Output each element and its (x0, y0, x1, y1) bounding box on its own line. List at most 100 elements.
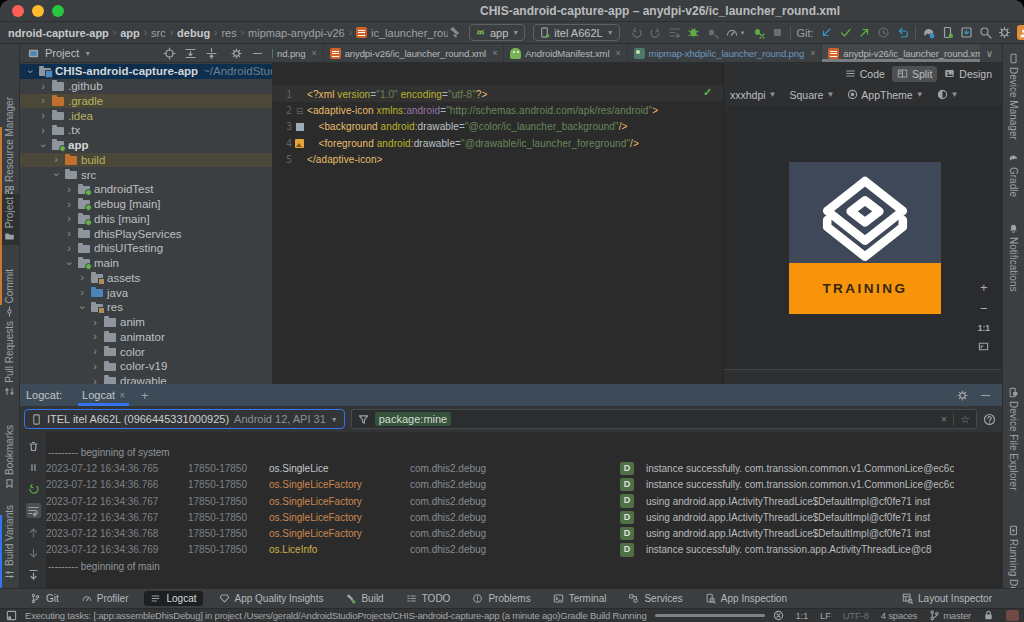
tree-row[interactable]: ›anim (20, 315, 272, 330)
attach-debugger-icon[interactable] (706, 26, 719, 39)
logcat-settings-icon[interactable] (956, 389, 969, 402)
code-line[interactable]: 5</adaptive-icon> (272, 152, 723, 168)
tool-strip-item-notifications[interactable]: Notifications (1003, 220, 1024, 294)
logcat-filter-input[interactable]: package:mine ×☆ (351, 409, 977, 429)
git-update-icon[interactable] (820, 26, 833, 39)
user-avatar[interactable] (1017, 25, 1024, 40)
favorite-filter-icon[interactable]: ☆ (953, 413, 970, 426)
tool-strip-item-pull-requests[interactable]: Pull Requests (0, 318, 19, 400)
tree-row[interactable]: ›.gradle (20, 94, 272, 109)
scroll-down-icon[interactable] (27, 547, 40, 560)
breadcrumb-item[interactable]: res (221, 27, 236, 39)
hammer-icon[interactable] (448, 26, 461, 39)
editor-tab[interactable]: mipmap-xhdpi/ic_launcher_round.png× (628, 44, 823, 62)
tool-window-button-app-inspection[interactable]: App Inspection (699, 591, 793, 606)
breadcrumb-item[interactable]: src (151, 27, 166, 39)
shape-selector[interactable]: Square▼ (790, 89, 835, 101)
tree-row[interactable]: ›dhisPlayServices (20, 226, 272, 241)
tree-row[interactable]: ›androidTest (20, 182, 272, 197)
git-commit-check-icon[interactable] (839, 26, 852, 39)
theme-selector[interactable]: AppTheme▼ (847, 89, 923, 101)
zoom-fit-button[interactable] (978, 341, 989, 352)
close-tab-icon[interactable]: × (119, 390, 125, 401)
clear-filter-icon[interactable]: × (941, 413, 947, 425)
chevron-collapsed-icon[interactable]: › (37, 81, 49, 92)
gradle-sync-icon[interactable] (922, 26, 935, 39)
logcat-device-selector[interactable]: ITEL itel A662L (0966445331000925) Andro… (24, 409, 345, 429)
chevron-collapsed-icon[interactable]: › (89, 331, 101, 342)
chevron-collapsed-icon[interactable]: › (37, 125, 49, 136)
tree-row[interactable]: ›assets (20, 271, 272, 286)
expand-all-icon[interactable] (184, 47, 197, 60)
tool-strip-item-project[interactable]: Project (0, 194, 19, 245)
chevron-collapsed-icon[interactable]: › (89, 376, 101, 384)
tool-strip-item-gradle[interactable]: Gradle (1003, 150, 1024, 200)
chevron-expanded-icon[interactable]: › (64, 257, 75, 269)
chevron-collapsed-icon[interactable]: › (37, 110, 49, 121)
collapse-all-icon[interactable] (205, 47, 218, 60)
debug-icon[interactable] (687, 26, 700, 39)
tree-row[interactable]: ›src (20, 167, 272, 182)
mode-code[interactable]: Code (840, 66, 890, 82)
minimize-panel-icon[interactable] (979, 389, 992, 402)
tool-window-button-services[interactable]: Services (622, 591, 688, 606)
tree-row[interactable]: ›res (20, 300, 272, 315)
close-tab-icon[interactable]: × (810, 48, 815, 58)
project-panel-title[interactable]: Project (45, 47, 79, 59)
breadcrumb-item[interactable]: debug (177, 27, 210, 39)
run-configurations-icon[interactable] (668, 26, 681, 39)
tree-row[interactable]: ›.idea (20, 108, 272, 123)
code-editor[interactable]: 1<?xml version="1.0" encoding="utf-8"?>2… (272, 63, 723, 384)
run-config-selector[interactable]: app ▼ (469, 24, 525, 41)
tool-strip-item-bookmarks[interactable]: Bookmarks (0, 422, 19, 492)
tree-row[interactable]: ›.github (20, 79, 272, 94)
git-push-icon[interactable] (858, 26, 871, 39)
sdk-manager-icon[interactable] (960, 26, 973, 39)
tree-row[interactable]: ›color-v19 (20, 359, 272, 374)
code-line[interactable]: 2⊟<adaptive-icon xmlns:android="http://s… (272, 102, 723, 118)
profiler-gauge-icon[interactable] (725, 26, 738, 39)
tree-row[interactable]: ›animator (20, 330, 272, 345)
rerun-icon[interactable] (630, 26, 643, 39)
chevron-collapsed-icon[interactable]: › (89, 361, 101, 372)
breadcrumb-item[interactable]: app (120, 27, 140, 39)
tool-window-button-app-quality-insights[interactable]: App Quality Insights (213, 591, 330, 606)
apply-changes-icon[interactable] (752, 26, 765, 39)
new-tab-button[interactable]: + (141, 388, 149, 403)
breadcrumb-item[interactable]: ndroid-capture-app (8, 27, 109, 39)
chevron-collapsed-icon[interactable]: › (76, 287, 88, 298)
chevron-expanded-icon[interactable]: › (38, 139, 49, 151)
tree-row[interactable]: ›debug [main] (20, 197, 272, 212)
pause-logcat-icon[interactable] (27, 461, 40, 474)
tree-row[interactable]: ›dhisUITesting (20, 241, 272, 256)
tool-window-button-terminal[interactable]: Terminal (547, 591, 613, 606)
chevron-collapsed-icon[interactable]: › (63, 199, 75, 210)
status-message[interactable]: Executing tasks: [:app:assembleDhisDebug… (25, 610, 560, 621)
tool-window-button-todo[interactable]: TODO (400, 591, 457, 606)
scroll-up-icon[interactable] (27, 526, 40, 539)
close-window-button[interactable] (12, 5, 24, 17)
rollback-icon[interactable] (896, 26, 909, 39)
tool-window-button-build[interactable]: Build (339, 591, 389, 606)
close-tab-icon[interactable]: × (492, 48, 497, 58)
close-tab-icon[interactable]: × (311, 48, 316, 58)
zoom-actual-button[interactable]: 1:1 (978, 323, 990, 333)
logcat-console[interactable]: --------- beginning of system2023-07-12 … (46, 432, 1002, 588)
tree-row[interactable]: ›main (20, 256, 272, 271)
chevron-expanded-icon[interactable]: › (77, 301, 88, 313)
settings-gear-icon[interactable] (998, 26, 1011, 39)
chevron-expanded-icon[interactable]: › (25, 65, 36, 77)
forward-icon[interactable] (649, 26, 662, 39)
tree-row[interactable]: ›CHIS-android-capture-app~/AndroidStudio… (20, 64, 272, 79)
logcat-tab[interactable]: Logcat× (76, 384, 131, 406)
zoom-out-button[interactable]: − (980, 302, 988, 315)
code-line[interactable]: 4 <foreground android:drawable="@drawabl… (272, 135, 723, 151)
tree-row[interactable]: ›color (20, 344, 272, 359)
tree-row[interactable]: ›.tx (20, 123, 272, 138)
chevron-collapsed-icon[interactable]: › (63, 228, 75, 239)
code-line[interactable]: 1<?xml version="1.0" encoding="utf-8"?> (272, 86, 723, 102)
chevron-down-icon[interactable]: ▼ (84, 50, 91, 57)
hide-panel-icon[interactable] (251, 47, 264, 60)
cancel-build-icon[interactable] (773, 610, 784, 621)
tree-row[interactable]: ›drawable (20, 374, 272, 384)
